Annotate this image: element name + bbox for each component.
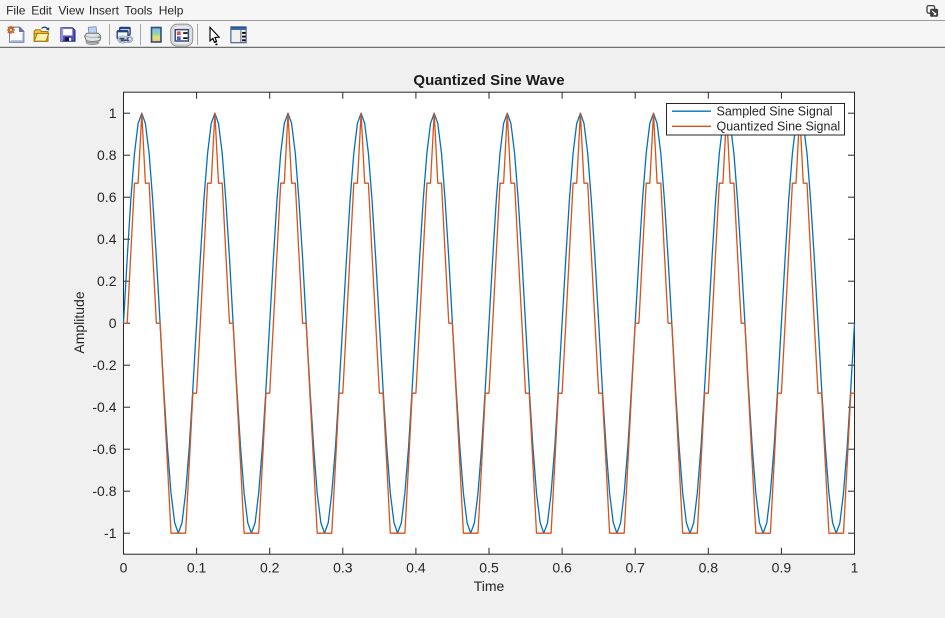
svg-text:0: 0 — [109, 315, 117, 331]
svg-text:Tools: Tools — [124, 4, 152, 18]
svg-text:0.4: 0.4 — [97, 231, 117, 247]
svg-text:0.6: 0.6 — [552, 560, 572, 576]
svg-text:-0.4: -0.4 — [92, 399, 116, 415]
svg-text:Quantized Sine Signal: Quantized Sine Signal — [717, 120, 841, 134]
svg-text:-0.8: -0.8 — [92, 483, 116, 499]
svg-text:0: 0 — [120, 560, 128, 576]
svg-text:-0.6: -0.6 — [92, 441, 116, 457]
svg-text:0.8: 0.8 — [699, 560, 719, 576]
svg-text:0.1: 0.1 — [187, 560, 207, 576]
svg-text:Amplitude: Amplitude — [71, 291, 87, 353]
svg-text:0.2: 0.2 — [260, 560, 280, 576]
svg-text:0.5: 0.5 — [479, 560, 499, 576]
svg-text:0.6: 0.6 — [97, 189, 117, 205]
svg-text:View: View — [58, 4, 84, 18]
svg-text:File: File — [6, 4, 26, 18]
svg-text:-1: -1 — [104, 525, 117, 541]
svg-text:1: 1 — [851, 560, 859, 576]
svg-text:-0.2: -0.2 — [92, 357, 116, 373]
svg-text:0.8: 0.8 — [97, 147, 117, 163]
svg-text:Insert: Insert — [89, 4, 120, 18]
svg-text:Time: Time — [474, 578, 505, 594]
svg-text:0.3: 0.3 — [333, 560, 353, 576]
svg-text:0.2: 0.2 — [97, 273, 117, 289]
svg-text:Edit: Edit — [31, 4, 52, 18]
svg-text:0.4: 0.4 — [406, 560, 426, 576]
svg-text:Sampled Sine Signal: Sampled Sine Signal — [717, 105, 833, 119]
svg-text:Help: Help — [159, 4, 184, 18]
svg-text:0.7: 0.7 — [625, 560, 645, 576]
svg-text:0.9: 0.9 — [772, 560, 792, 576]
svg-text:Quantized Sine Wave: Quantized Sine Wave — [413, 72, 564, 89]
svg-text:1: 1 — [109, 105, 117, 121]
